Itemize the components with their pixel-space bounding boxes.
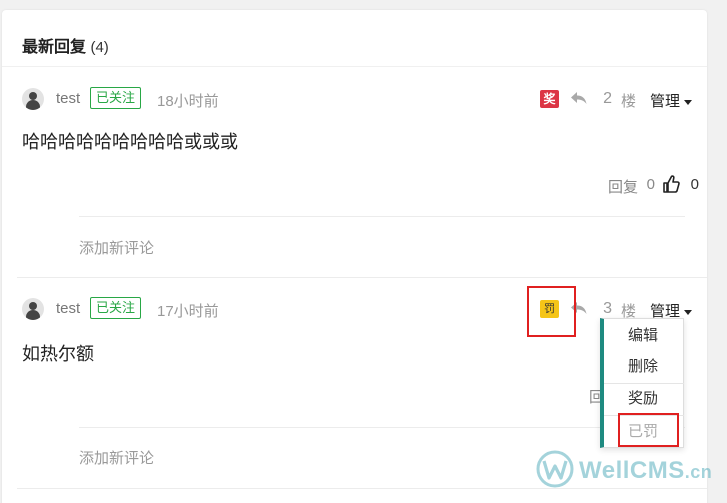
post-actions: 回复 0 0 [502,174,702,196]
watermark-text: WellCMS.cn [579,457,712,485]
caret-down-icon [684,99,692,105]
like-count: 0 [690,176,699,193]
menu-item-edit[interactable]: 编辑 [604,321,684,351]
post-content: 如热尔额 [22,344,94,364]
wellcms-watermark: WellCMS.cn [535,447,715,491]
post-header: test 已关注 17小时前 罚 3 楼 管理 [22,296,692,322]
header-divider [2,66,707,67]
post-time: 17小时前 [157,303,219,320]
username-link[interactable]: test [56,90,80,107]
add-comment-input[interactable]: 添加新评论 [79,447,154,468]
post-divider [17,277,707,278]
reply-arrow-icon[interactable] [570,90,588,106]
user-avatar-icon[interactable] [22,298,44,320]
add-comment-input[interactable]: 添加新评论 [79,237,154,258]
reply-button[interactable]: 回复 [608,176,638,197]
section-title: 最新回复 (4) [22,33,109,57]
penalty-tag-highlight [527,286,576,337]
followed-badge[interactable]: 已关注 [90,297,142,319]
section-title-text: 最新回复 [22,39,87,56]
watermark-suffix: .cn [684,462,713,482]
section-title-count: (4) [90,39,109,56]
menu-item-delete[interactable]: 删除 [604,352,684,382]
comment-divider [79,216,685,217]
caret-down-icon [684,309,692,315]
post-time: 18小时前 [157,93,219,110]
menu-item-reward[interactable]: 奖励 [604,384,684,414]
post-content: 哈哈哈哈哈哈哈哈哈或或或 [22,132,238,152]
post-header: test 已关注 18小时前 奖 2 楼 管理 [22,86,692,112]
user-avatar-icon[interactable] [22,88,44,110]
penalized-item-highlight [618,413,679,447]
floor-number: 3 [603,300,612,317]
comment-divider [79,427,685,428]
w-circle-logo-icon [536,450,574,488]
floor-number: 2 [603,90,612,107]
watermark-brand: WellCMS [579,457,685,484]
reply-count: 0 [646,176,655,193]
reward-tag: 奖 [540,90,559,108]
username-link[interactable]: test [56,300,80,317]
manage-label: 管理 [649,93,680,110]
thumbs-up-icon[interactable] [662,174,680,194]
floor-label: 楼 [620,93,636,110]
followed-badge[interactable]: 已关注 [90,87,142,109]
manage-dropdown-toggle[interactable]: 管理 [650,90,692,111]
